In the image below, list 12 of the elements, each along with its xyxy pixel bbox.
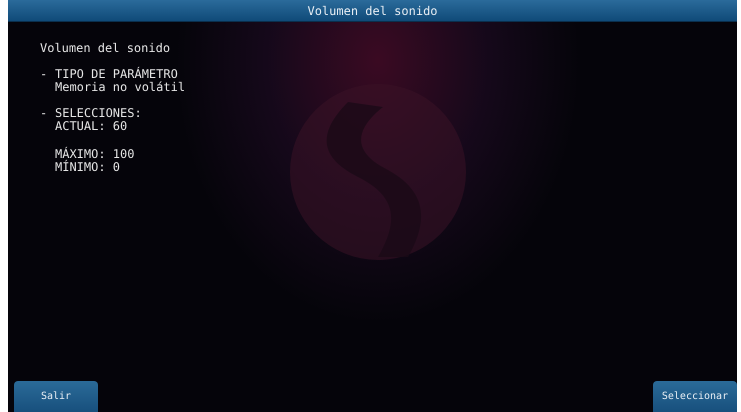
window-title: Volumen del sonido [307, 4, 438, 18]
info-line: MÍNIMO: 0 [55, 161, 122, 174]
info-line: Memoria no volátil [55, 81, 186, 94]
bullet-mark: - [40, 68, 48, 83]
info-line: ACTUAL: 60 [55, 120, 128, 133]
exit-button[interactable]: Salir [14, 381, 98, 412]
parameter-heading: Volumen del sonido [40, 42, 172, 55]
select-button[interactable]: Seleccionar [653, 381, 737, 412]
info-line: TIPO DE PARÁMETRO [55, 68, 179, 81]
info-line: SELECCIONES: [55, 107, 142, 120]
bullet-mark: - [40, 107, 48, 122]
info-line: MÁXIMO: 100 [55, 148, 134, 161]
